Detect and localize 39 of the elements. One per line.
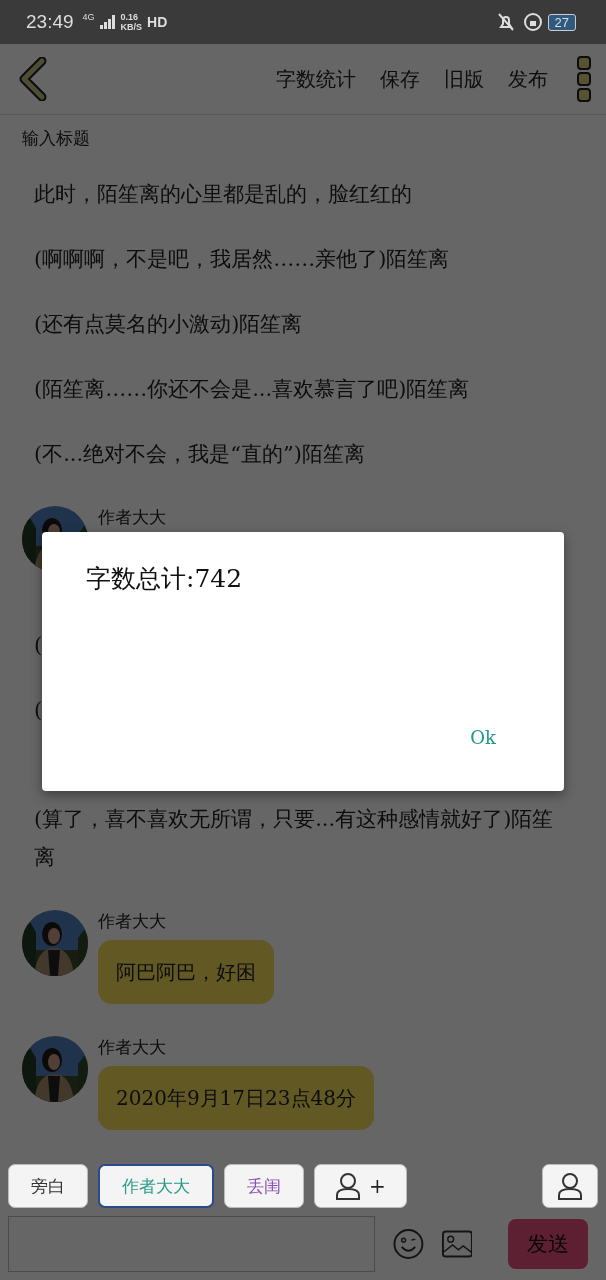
person-icon <box>335 1172 361 1200</box>
message-input[interactable] <box>8 1216 375 1272</box>
toolbar-action[interactable]: 字数统计 <box>270 61 362 97</box>
message-bubble: 阿巴阿巴，好困 <box>98 939 274 1004</box>
toolbar-action[interactable]: 旧版 <box>438 61 490 97</box>
network-type: 4G <box>82 12 95 22</box>
story-line: (不...绝对不会，我是“直的”)陌笙离 <box>33 440 365 468</box>
image-icon[interactable] <box>441 1230 473 1258</box>
network-speed: 0.16 KB/S <box>120 12 143 32</box>
add-role-button[interactable]: + <box>314 1164 407 1208</box>
role-tab[interactable]: 丢闺 <box>224 1164 304 1208</box>
speaker-name: 作者大大 <box>98 506 166 528</box>
title-field[interactable]: 输入标题 <box>20 127 586 149</box>
story-line: 此时，陌笙离的心里都是乱的，脸红红的 <box>33 180 412 208</box>
message-bubble: 2020年9月17日23点48分 <box>98 1065 374 1130</box>
role-tab[interactable]: 作者大大 <box>98 1164 214 1208</box>
role-tab[interactable]: 旁白 <box>8 1164 88 1208</box>
story-line: (啊啊啊，不是吧，我居然……亲他了)陌笙离 <box>33 245 450 273</box>
battery-indicator: 27 <box>547 13 576 31</box>
toolbar-action[interactable]: 发布 <box>502 61 554 97</box>
ok-button[interactable]: Ok <box>464 726 502 749</box>
back-icon[interactable] <box>18 57 48 101</box>
lock-rotation-icon <box>522 12 543 32</box>
story-line: ( <box>33 631 43 659</box>
menu-icon[interactable] <box>576 55 592 103</box>
hd-label: HD <box>147 14 168 30</box>
story-line: (算了，喜不喜欢无所谓，只要...有这种感情就好了)陌笙离 <box>33 806 555 871</box>
person-button[interactable] <box>542 1164 598 1208</box>
toolbar-action[interactable]: 保存 <box>374 61 426 97</box>
speaker-name: 作者大大 <box>98 1035 166 1058</box>
dialog-message: 字数总计:742 <box>86 563 244 595</box>
story-line: (还有点莫名的小激动)陌笙离 <box>33 310 303 338</box>
story-line: (陌笙离……你还不会是...喜欢慕言了吧)陌笙离 <box>33 375 470 403</box>
speaker-name: 作者大大 <box>98 909 166 932</box>
person-icon <box>557 1172 583 1200</box>
emoji-icon[interactable] <box>392 1228 424 1260</box>
story-line: ( <box>33 696 43 724</box>
clock: 23:49 <box>26 11 74 33</box>
signal-icon <box>99 15 116 29</box>
